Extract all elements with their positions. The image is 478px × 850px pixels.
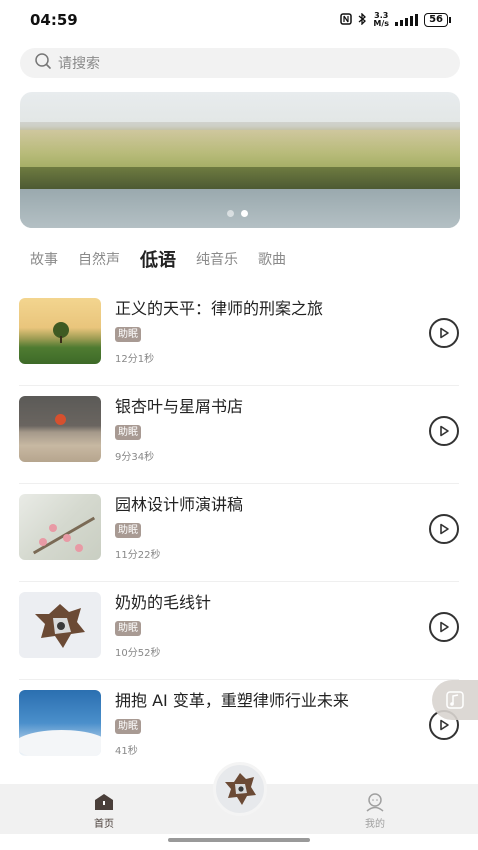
music-note-icon	[446, 691, 464, 709]
now-playing-cover	[225, 773, 256, 805]
item-duration: 12分1秒	[115, 354, 155, 365]
battery-icon: 56	[424, 13, 451, 27]
item-title: 园林设计师演讲稿	[115, 495, 244, 514]
item-thumbnail	[19, 690, 101, 756]
status-time: 04:59	[30, 11, 78, 29]
item-duration: 9分34秒	[115, 452, 155, 463]
banner-image	[20, 122, 460, 130]
tab-story[interactable]: 故事	[30, 249, 58, 269]
carousel-dot-active	[241, 210, 248, 217]
list-item[interactable]: 园林设计师演讲稿 助眠 11分22秒	[19, 484, 459, 582]
item-title: 正义的天平：律师的刑案之旅	[115, 299, 324, 318]
signal-icon	[395, 14, 419, 26]
play-icon	[440, 719, 449, 731]
tab-nature[interactable]: 自然声	[78, 249, 120, 269]
item-tag: 助眠	[115, 621, 141, 636]
item-title: 奶奶的毛线针	[115, 593, 212, 612]
list-item[interactable]: 银杏叶与星屑书店 助眠 9分34秒	[19, 386, 459, 484]
content-list: 正义的天平：律师的刑案之旅 助眠 12分1秒 银杏叶与星屑书店 助眠 9分34秒	[19, 288, 459, 778]
item-tag: 助眠	[115, 719, 141, 734]
search-input[interactable]: 请搜索	[20, 48, 460, 78]
now-playing-disc[interactable]	[213, 762, 267, 816]
nav-home-label: 首页	[94, 819, 114, 830]
item-thumbnail	[19, 396, 101, 462]
tab-pure-music[interactable]: 纯音乐	[196, 249, 238, 269]
category-tabs: 故事 自然声 低语 纯音乐 歌曲	[30, 244, 306, 274]
play-icon	[440, 425, 449, 437]
network-speed: 3.3 M/s	[373, 11, 390, 28]
item-thumbnail	[19, 494, 101, 560]
nav-home[interactable]: 首页	[84, 792, 124, 830]
list-item[interactable]: 奶奶的毛线针 助眠 10分52秒	[19, 582, 459, 680]
item-title: 拥抱 AI 变革，重塑律师行业未来	[115, 691, 349, 710]
banner-carousel[interactable]	[20, 92, 460, 228]
item-tag: 助眠	[115, 523, 141, 538]
item-tag: 助眠	[115, 327, 141, 342]
item-duration: 41秒	[115, 746, 138, 757]
home-icon	[95, 794, 113, 810]
profile-icon	[366, 793, 384, 812]
item-thumbnail	[19, 298, 101, 364]
nav-mine-label: 我的	[365, 819, 385, 830]
status-icons: 3.3 M/s 56	[340, 11, 451, 28]
item-title: 银杏叶与星屑书店	[115, 397, 244, 416]
tab-whisper[interactable]: 低语	[140, 246, 176, 272]
search-icon	[34, 52, 58, 74]
play-button[interactable]	[429, 514, 459, 544]
play-icon	[440, 327, 449, 339]
item-thumbnail	[19, 592, 101, 658]
nfc-icon	[340, 12, 353, 28]
floating-music-button[interactable]	[432, 680, 478, 720]
play-button[interactable]	[429, 318, 459, 348]
item-duration: 10分52秒	[115, 648, 161, 659]
item-duration: 11分22秒	[115, 550, 161, 561]
play-icon	[440, 621, 449, 633]
bluetooth-icon	[358, 11, 367, 28]
status-bar: 04:59 3.3 M/s 56	[0, 0, 478, 40]
nav-mine[interactable]: 我的	[355, 792, 395, 830]
play-button[interactable]	[429, 612, 459, 642]
search-placeholder: 请搜索	[58, 56, 100, 72]
carousel-dot	[227, 210, 234, 217]
list-item[interactable]: 正义的天平：律师的刑案之旅 助眠 12分1秒	[19, 288, 459, 386]
play-button[interactable]	[429, 416, 459, 446]
tab-songs[interactable]: 歌曲	[258, 249, 286, 269]
item-tag: 助眠	[115, 425, 141, 440]
home-indicator	[168, 838, 310, 842]
carousel-indicator	[227, 210, 248, 217]
play-icon	[440, 523, 449, 535]
